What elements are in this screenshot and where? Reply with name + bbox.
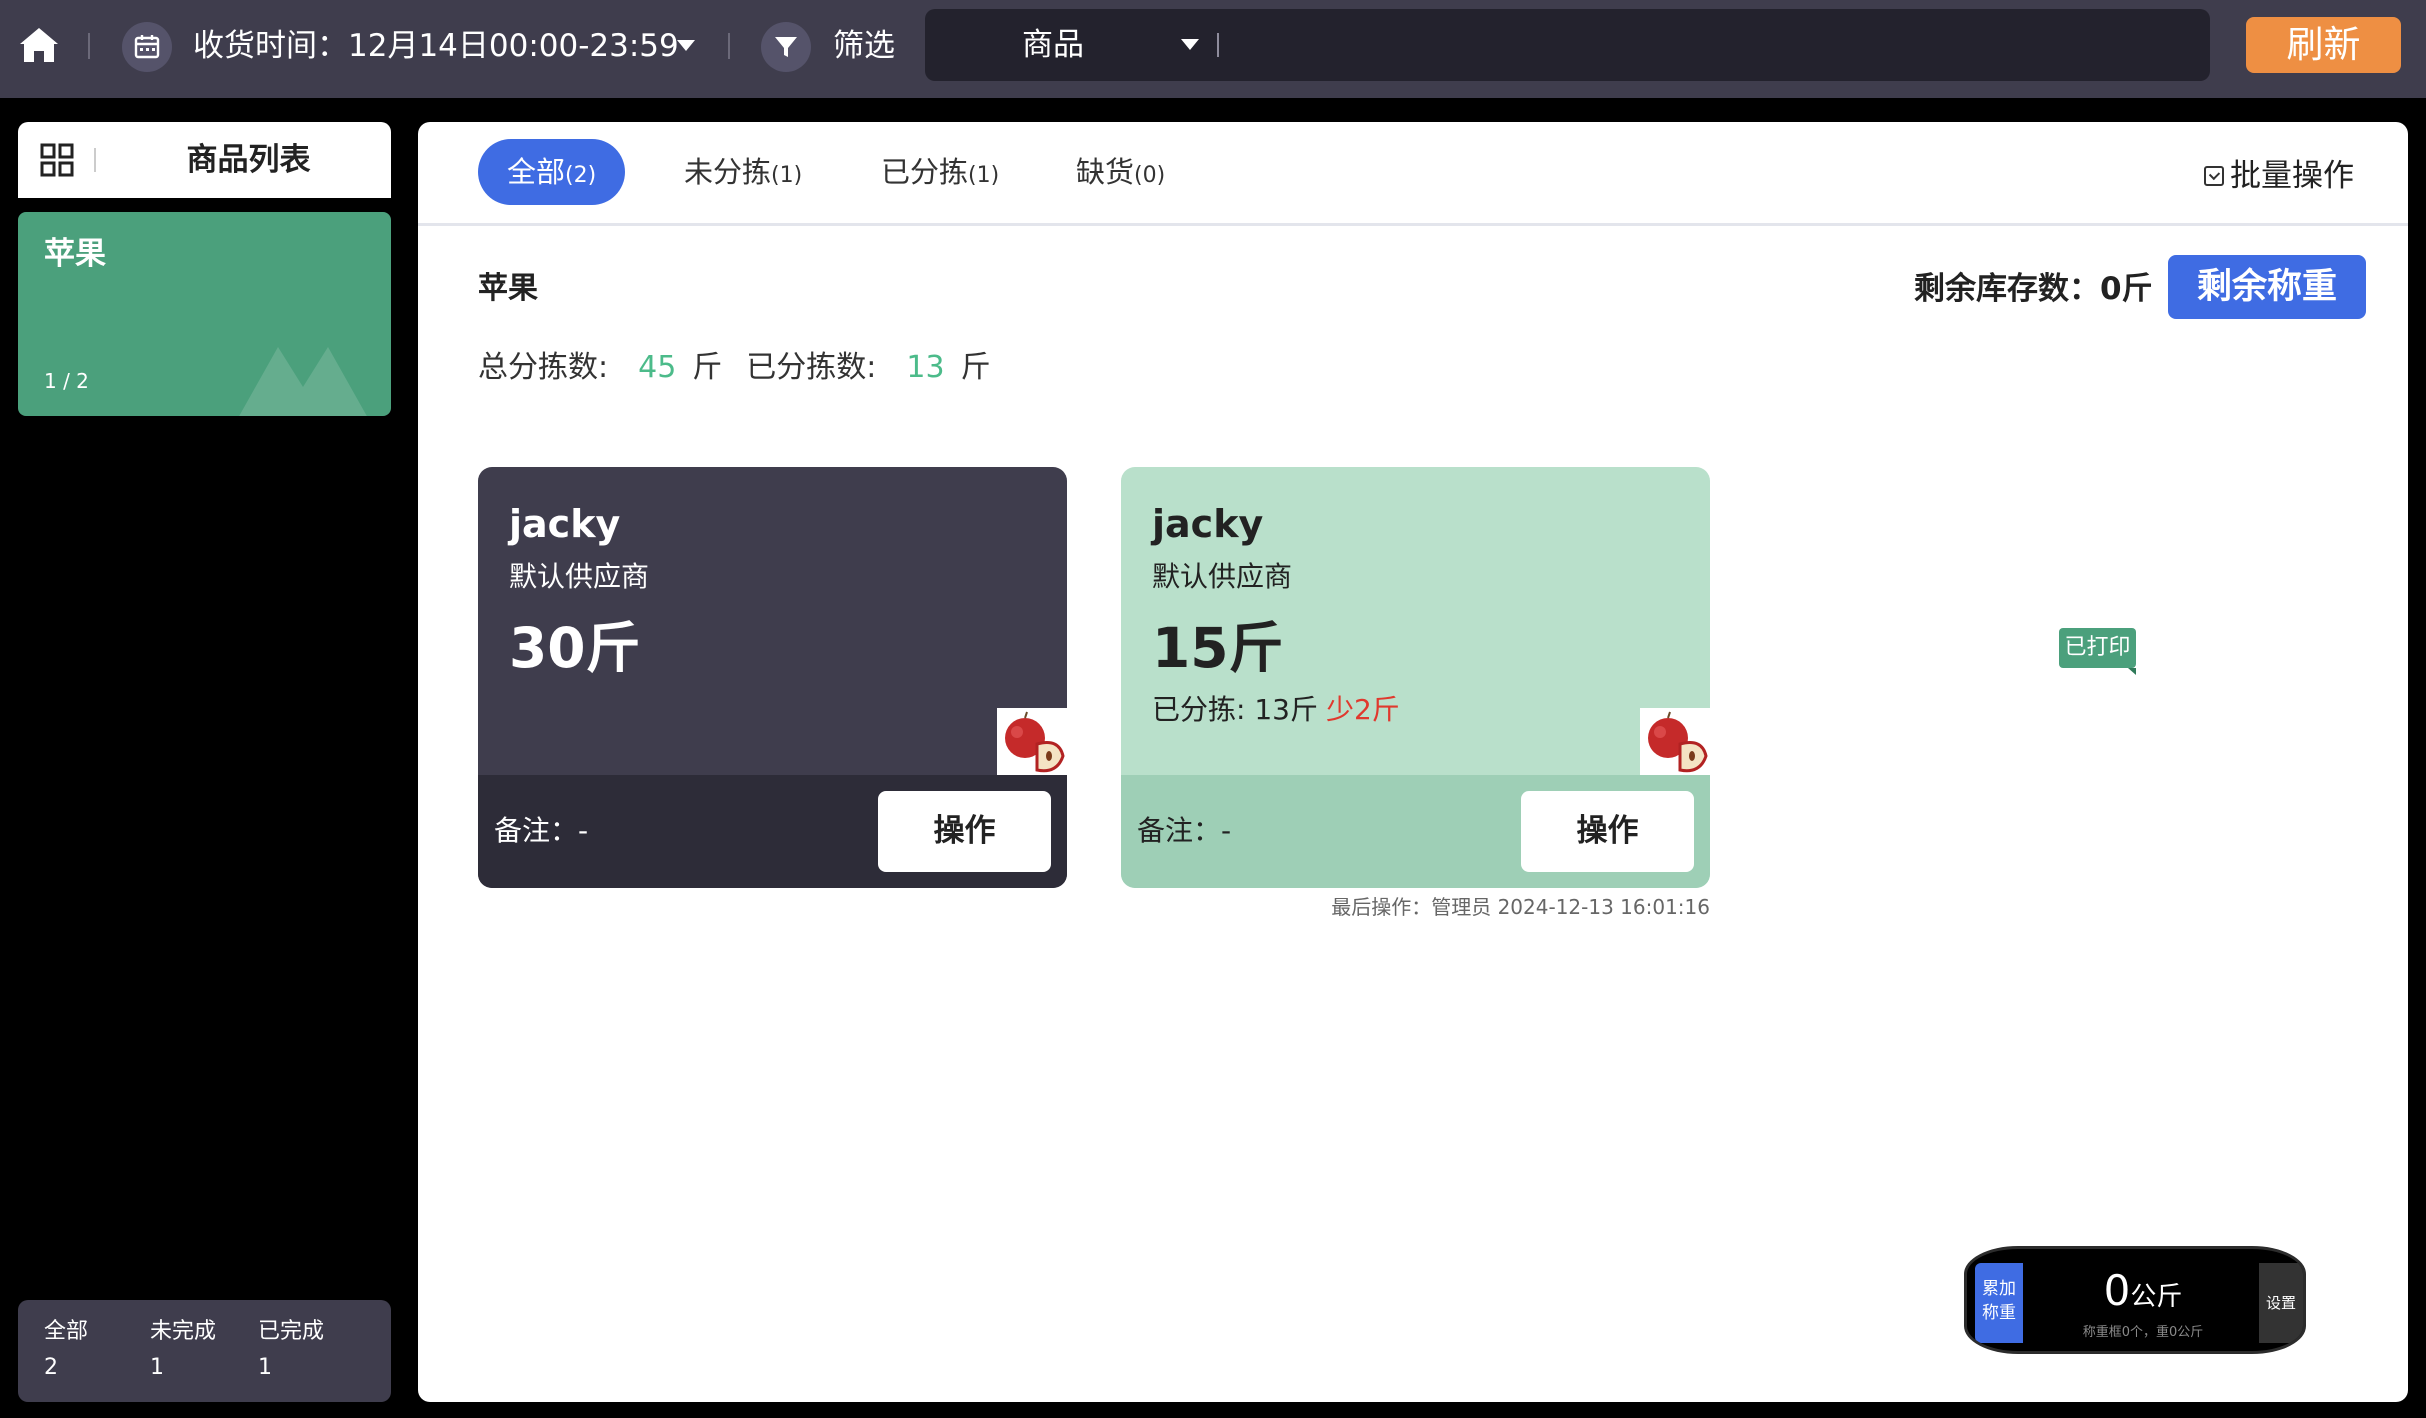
stat-value: 1 <box>150 1355 164 1380</box>
stat-label: 已完成 <box>258 1319 325 1344</box>
shortage-text: 少2斤 <box>1325 693 1400 726</box>
picked-value: 13 <box>906 350 945 385</box>
receive-time-label[interactable]: 收货时间：12月14日00:00-23:59 <box>193 26 679 66</box>
sidebar-stats: 全部 2 未完成 1 已完成 1 <box>18 1300 391 1402</box>
scale-reading: 0公斤 <box>2027 1267 2259 1324</box>
status-tabs: 全部(2) 未分拣(1) 已分拣(1) 缺货(0) 批量操作 <box>418 122 2408 226</box>
apple-thumbnail <box>1640 708 1710 776</box>
stat-incomplete[interactable]: 未完成 1 <box>150 1314 216 1386</box>
scale-value: 0 <box>2103 1266 2131 1315</box>
order-note: 备注：- <box>1137 814 1232 847</box>
filter-icon[interactable] <box>761 22 811 72</box>
divider <box>88 33 90 59</box>
home-icon[interactable] <box>14 20 64 70</box>
tab-label: 全部 <box>507 155 566 189</box>
tab-label: 未分拣 <box>684 155 772 189</box>
chevron-down-icon[interactable] <box>677 40 695 51</box>
stat-label: 全部 <box>44 1319 89 1344</box>
product-list-title: 商品列表 <box>186 142 311 178</box>
supplier-name: 默认供应商 <box>1152 560 1293 593</box>
stat-value: 2 <box>44 1355 58 1380</box>
stat-value: 1 <box>258 1355 272 1380</box>
tab-all[interactable]: 全部(2) <box>478 139 626 205</box>
remaining-weigh-button[interactable]: 剩余称重 <box>2168 255 2366 319</box>
customer-name: jacky <box>1152 502 1264 546</box>
sidebar-item-progress: 1 / 2 <box>44 369 89 393</box>
product-title: 苹果 <box>478 271 538 306</box>
apple-thumbnail <box>997 708 1067 776</box>
tab-label: 缺货 <box>1076 155 1135 189</box>
refresh-button[interactable]: 刷新 <box>2246 17 2401 73</box>
sorting-totals: 总分拣数: 45 斤已分拣数: 13 斤 <box>478 348 991 388</box>
picked-label: 已分拣数: <box>746 350 877 385</box>
picked-unit: 斤 <box>960 350 991 385</box>
batch-operation-button[interactable]: 批量操作 <box>2204 156 2354 196</box>
chevron-down-icon <box>1181 39 1199 50</box>
total-value: 45 <box>638 350 677 385</box>
tab-count: (1) <box>968 163 1000 188</box>
stat-all[interactable]: 全部 2 <box>44 1314 88 1386</box>
total-unit: 斤 <box>692 350 723 385</box>
sidebar-item-apple[interactable]: 苹果 1 / 2 <box>18 212 391 416</box>
total-label: 总分拣数: <box>478 350 609 385</box>
product-select[interactable]: 商品 <box>925 9 2210 81</box>
accumulate-weigh-button[interactable]: 累加称重 <box>1975 1263 2023 1343</box>
tab-label: 已分拣 <box>881 155 969 189</box>
scale-widget: 累加称重 0公斤 称重框0个，重0公斤 设置 <box>1964 1246 2306 1354</box>
grid-icon[interactable] <box>40 143 74 177</box>
calendar-icon[interactable] <box>122 22 172 72</box>
last-operation: 最后操作：管理员 2024-12-13 16:01:16 <box>1331 895 1710 919</box>
divider <box>728 33 730 59</box>
order-quantity: 30斤 <box>509 616 641 680</box>
tab-sorted[interactable]: 已分拣(1) <box>881 139 999 205</box>
logo-watermark <box>239 347 367 416</box>
stat-label: 未完成 <box>150 1319 217 1344</box>
batch-operation-label: 批量操作 <box>2230 158 2354 194</box>
picked-amount: 已分拣: 13斤 少2斤 <box>1152 691 1400 729</box>
picked-text: 已分拣: 13斤 <box>1152 693 1318 726</box>
tab-out-of-stock[interactable]: 缺货(0) <box>1076 139 1165 205</box>
order-quantity: 15斤 <box>1152 616 1284 680</box>
order-note: 备注：- <box>494 814 589 847</box>
customer-name: jacky <box>509 502 621 546</box>
stat-complete[interactable]: 已完成 1 <box>258 1314 324 1386</box>
input-cursor <box>1217 33 1219 57</box>
operate-button[interactable]: 操作 <box>878 791 1051 872</box>
product-select-value: 商品 <box>1022 27 1084 63</box>
scale-subtext: 称重框0个，重0公斤 <box>2082 1325 2204 1340</box>
filter-label[interactable]: 筛选 <box>833 26 895 66</box>
tab-unsorted[interactable]: 未分拣(1) <box>684 139 802 205</box>
divider <box>94 148 96 172</box>
tab-count: (1) <box>771 163 803 188</box>
scale-settings-button[interactable]: 设置 <box>2259 1263 2303 1343</box>
order-card[interactable]: jacky 默认供应商 15斤 已分拣: 13斤 少2斤 备注：- 操作 <box>1121 467 1710 888</box>
operate-button[interactable]: 操作 <box>1521 791 1694 872</box>
tab-count: (2) <box>565 163 597 188</box>
order-card-footer: 备注：- 操作 <box>478 775 1067 888</box>
scale-unit: 公斤 <box>2130 1282 2183 1312</box>
top-bar: 收货时间：12月14日00:00-23:59 筛选 商品 刷新 <box>0 0 2426 98</box>
remaining-stock: 剩余库存数：0斤 <box>1914 271 2153 307</box>
product-list-header: 商品列表 <box>18 122 391 198</box>
checkbox-icon <box>2204 166 2224 186</box>
main-panel: 全部(2) 未分拣(1) 已分拣(1) 缺货(0) 批量操作 苹果 剩余库存数：… <box>418 122 2408 1402</box>
printed-badge: 已打印 <box>2059 628 2136 675</box>
supplier-name: 默认供应商 <box>509 560 650 593</box>
sidebar-item-name: 苹果 <box>44 236 106 272</box>
tab-count: (0) <box>1134 163 1166 188</box>
order-card[interactable]: jacky 默认供应商 30斤 备注：- 操作 <box>478 467 1067 888</box>
order-card-footer: 备注：- 操作 <box>1121 775 1710 888</box>
